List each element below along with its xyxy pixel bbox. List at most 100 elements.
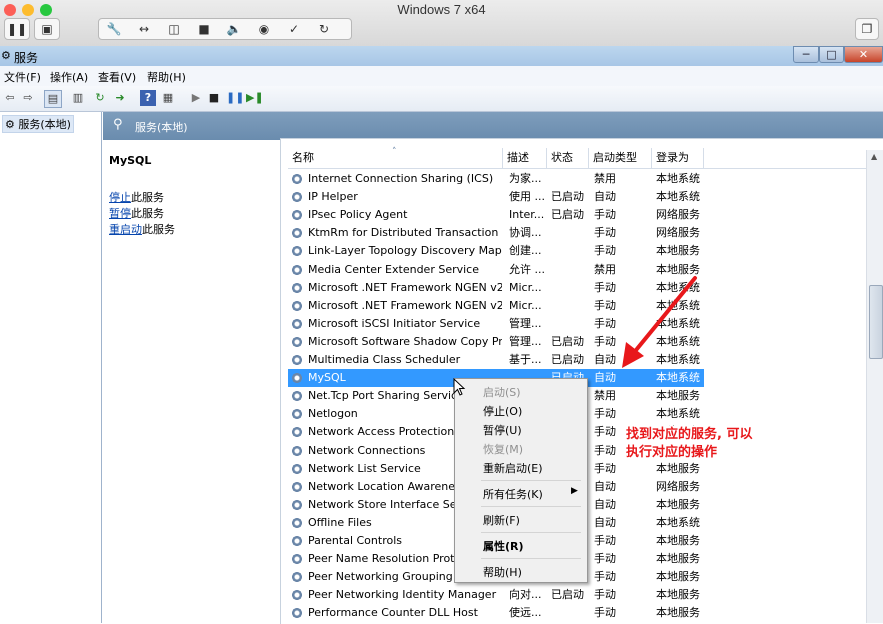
menu-help[interactable]: 帮助(H): [147, 69, 186, 85]
menu-item-pause[interactable]: 暂停(U): [483, 422, 522, 438]
export-icon[interactable]: ➜: [112, 90, 128, 106]
snapshot-button[interactable]: ▣: [34, 18, 60, 40]
pause-service-icon[interactable]: ❚❚: [226, 90, 244, 106]
maximize-button[interactable]: □: [819, 46, 844, 63]
gear-icon: [291, 317, 303, 330]
mouse-cursor-icon: [453, 378, 466, 396]
window-title: 服务: [14, 51, 39, 65]
usb-icon[interactable]: ✓: [279, 19, 309, 39]
column-logon-as[interactable]: 登录为: [652, 148, 704, 168]
start-icon[interactable]: ▶: [188, 90, 204, 106]
extended-view-pane: MySQL 停止此服务 暂停此服务 重启动此服务: [103, 140, 280, 623]
menu-separator: [481, 558, 581, 559]
annotation-line-2: 执行对应的操作: [626, 445, 718, 460]
menu-item-start[interactable]: 启动(S): [483, 384, 521, 400]
cell-startup: 禁用: [594, 389, 616, 403]
refresh-icon[interactable]: ↻: [92, 90, 108, 106]
console-tree-icon[interactable]: ▤: [44, 90, 62, 108]
show-hide-icon[interactable]: ▥: [70, 90, 86, 106]
menu-item-help[interactable]: 帮助(H): [483, 564, 522, 580]
cell-startup: 自动: [594, 497, 616, 511]
cell-startup: 手动: [594, 588, 616, 602]
gear-icon: ⚙: [5, 118, 15, 131]
cell-desc: 协调...: [509, 226, 542, 240]
annotation-note: 找到对应的服务, 可以 执行对应的操作: [626, 426, 766, 462]
menu-bar: 文件(F) 操作(A) 查看(V) 帮助(H): [0, 66, 883, 87]
close-button[interactable]: ✕: [844, 46, 883, 63]
snapshot-icon: ▣: [41, 22, 53, 36]
tree-item-label: 服务(本地): [18, 118, 71, 131]
action-pause: 暂停此服务: [109, 205, 164, 221]
vm-title: Windows 7 x64: [397, 2, 486, 17]
restart-icon[interactable]: ▶❚: [246, 90, 264, 106]
menu-view[interactable]: 查看(V): [98, 69, 136, 85]
table-row[interactable]: Internet Connection Sharing (ICS) 为家... 禁用…: [288, 170, 704, 188]
stop-link[interactable]: 停止: [109, 191, 131, 204]
table-row[interactable]: IPsec Policy Agent Inter... 已启动 手动 网络服务: [288, 206, 704, 224]
table-row[interactable]: KtmRm for Distributed Transaction C... 协调…: [288, 224, 704, 242]
cell-name: IP Helper: [308, 190, 358, 204]
selected-service-name: MySQL: [109, 154, 152, 167]
minimize-button[interactable]: ─: [793, 46, 819, 63]
gear-icon: [291, 173, 303, 185]
help-icon[interactable]: ?: [140, 90, 156, 106]
tree-item-services-local[interactable]: ⚙ 服务(本地): [2, 115, 74, 133]
vertical-scrollbar[interactable]: ▲: [866, 150, 883, 623]
vm-device-toolbar: 🔧 ↔ ◫ ■ 🔈 ◉ ✓ ↻: [98, 18, 352, 40]
sync-icon[interactable]: ↻: [309, 19, 339, 39]
cell-startup: 手动: [594, 534, 616, 547]
back-icon[interactable]: ⇦: [2, 90, 18, 106]
menu-item-refresh[interactable]: 刷新(F): [483, 512, 520, 528]
table-row[interactable]: Peer Networking Identity Manager 向对... 已启动…: [288, 586, 704, 604]
cell-logon: 网络服务: [656, 226, 700, 240]
cell-name: KtmRm for Distributed Transaction C...: [308, 226, 502, 240]
window-caption: ⚙ 服务 ─ □ ✕: [0, 46, 883, 66]
menu-item-properties[interactable]: 属性(R): [483, 538, 524, 554]
gear-icon: [291, 516, 303, 529]
lock-icon[interactable]: ■: [189, 19, 219, 39]
cell-name: Microsoft iSCSI Initiator Service: [308, 316, 481, 330]
menu-action[interactable]: 操作(A): [50, 69, 88, 85]
cell-desc: 允许 ...: [509, 262, 545, 276]
menu-item-resume[interactable]: 恢复(M): [483, 441, 523, 457]
menu-item-stop[interactable]: 停止(O): [483, 403, 522, 419]
column-description[interactable]: 描述: [503, 148, 547, 168]
context-menu: 启动(S) 停止(O) 暂停(U) 恢复(M) 重新启动(E) 所有任务(K) …: [454, 378, 588, 583]
menu-file[interactable]: 文件(F): [4, 69, 41, 85]
gear-icon: [291, 571, 303, 584]
table-row[interactable]: Link-Layer Topology Discovery Map... 创建..…: [288, 242, 704, 260]
network-icon[interactable]: ↔: [129, 19, 159, 39]
wrench-icon[interactable]: 🔧: [99, 19, 129, 39]
cell-startup: 手动: [594, 606, 616, 620]
pause-link[interactable]: 暂停: [109, 207, 131, 220]
scroll-up-icon[interactable]: ▲: [871, 152, 877, 161]
vm-host-toolbar: Windows 7 x64 ❚❚ ▣ 🔧 ↔ ◫ ■ 🔈 ◉ ✓ ↻ ❐: [0, 0, 883, 47]
pause-vm-button[interactable]: ❚❚: [4, 18, 30, 40]
menu-item-restart[interactable]: 重新启动(E): [483, 460, 543, 476]
camera-icon[interactable]: ◉: [249, 19, 279, 39]
table-row[interactable]: Performance Counter DLL Host 使远... 手动 本地服务: [288, 604, 704, 622]
cell-name: Peer Networking Identity Manager: [308, 588, 497, 602]
cell-logon: 本地系统: [656, 190, 700, 204]
cell-desc: Inter...: [509, 208, 545, 222]
column-name-label: 名称: [292, 151, 314, 164]
fullscreen-button[interactable]: ❐: [855, 18, 879, 40]
cell-logon: 本地服务: [656, 534, 700, 547]
scrollbar-thumb[interactable]: [869, 285, 883, 359]
cell-name: IPsec Policy Agent: [308, 208, 408, 222]
disk-icon[interactable]: ◫: [159, 19, 189, 39]
table-row[interactable]: IP Helper 使用 ... 已启动 自动 本地系统: [288, 188, 704, 206]
menu-item-all-tasks[interactable]: 所有任务(K): [483, 486, 543, 502]
submenu-arrow-icon: ▶: [571, 486, 578, 496]
column-status[interactable]: 状态: [547, 148, 589, 168]
sound-icon[interactable]: 🔈: [219, 19, 249, 39]
column-name[interactable]: 名称 ˄: [288, 147, 503, 168]
properties-icon[interactable]: ▦: [160, 90, 176, 106]
stop-link-rest: 此服务: [131, 191, 164, 204]
forward-icon[interactable]: ⇨: [20, 90, 36, 106]
column-startup-type[interactable]: 启动类型: [589, 148, 652, 168]
cell-status: 已启动: [551, 208, 584, 222]
restart-link[interactable]: 重启动: [109, 223, 142, 236]
stop-icon[interactable]: ■: [206, 90, 222, 106]
gear-icon: [291, 462, 303, 475]
